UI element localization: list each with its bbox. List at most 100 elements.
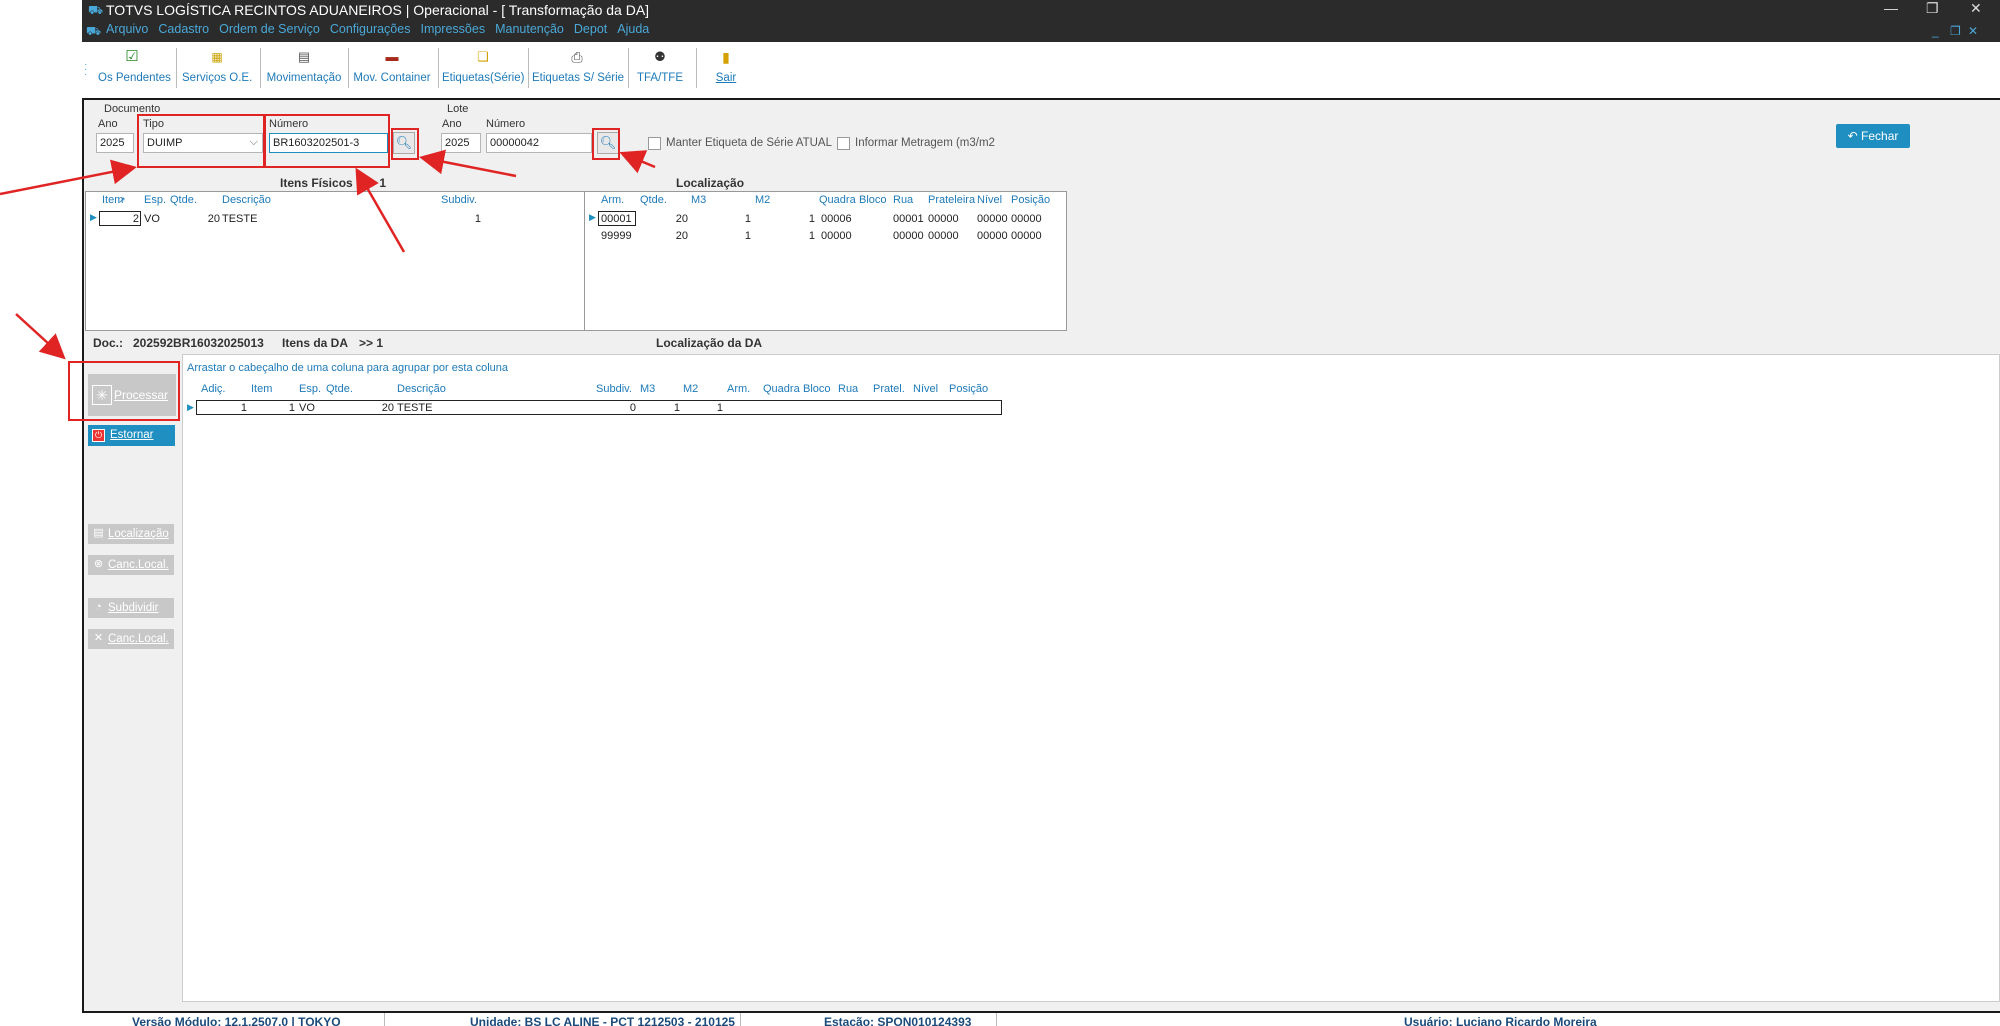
status-separator [740,1013,741,1026]
grid-header[interactable]: M2 [755,194,770,206]
grid-header[interactable]: Qtde. [170,194,197,206]
menu-depot[interactable]: Depot [574,22,607,40]
grid-header[interactable]: M2 [683,383,698,395]
menu-ajuda[interactable]: Ajuda [617,22,649,40]
status-separator [996,1013,997,1026]
grid-header[interactable]: M3 [640,383,655,395]
status-versao: Versão Módulo: 12.1.2507.0 | TOKYO [132,1015,341,1026]
grid-header[interactable]: Bloco [859,194,887,206]
printer-icon: ⎙ [571,49,583,65]
grid-header[interactable]: Rua [893,194,913,206]
itens-da-grid[interactable]: Arrastar o cabeçalho de uma coluna para … [182,354,2000,1002]
os-pendentes-button[interactable]: ☑ Os Pendentes [98,46,171,90]
toolbar-separator [176,48,177,88]
grid-header[interactable]: Posição [949,383,988,395]
canc-local-button[interactable]: ⊗ Canc.Local. [88,555,174,575]
doc-search-button[interactable]: 🔍︎ [393,132,415,154]
menu-arquivo[interactable]: Arquivo [106,22,148,40]
mov-container-button[interactable]: ▬ Mov. Container [352,46,432,90]
close-icon[interactable]: ✕ [1970,0,1982,17]
grid-header[interactable]: Qtde. [326,383,353,395]
manter-etiqueta-checkbox[interactable] [648,137,661,150]
minimize-icon[interactable]: — [1884,0,1898,16]
mdi-minimize-icon[interactable]: _ [1932,24,1939,38]
lote-numero-label: Número [486,118,526,130]
grid-header[interactable]: Item [251,383,272,395]
itens-da-title: Itens da DA [282,336,349,350]
grid-cell: VO [144,213,160,225]
grid-header[interactable]: Rua [838,383,858,395]
doc-numero-input[interactable]: BR1603202501-3 [269,133,388,153]
estornar-button[interactable]: ⏻ Estornar [88,425,175,446]
lote-numero-input[interactable]: 00000042 [486,133,592,153]
tfa-tfe-button[interactable]: ⚉ TFA/TFE [634,46,686,90]
localizacao-title: Localização [676,176,745,190]
container-icon: ▬ [385,49,399,64]
lote-ano-input[interactable]: 2025 [441,133,481,153]
grid-cell: 20 [675,230,688,242]
grid-header[interactable]: Esp. [144,194,166,206]
grid-header[interactable]: Descrição [397,383,446,395]
labels-icon: ❏ [477,49,489,64]
grid-header[interactable]: Descrição [222,194,271,206]
grid-header[interactable]: Quadra [819,194,856,206]
mdi-close-icon[interactable]: ✕ [1968,24,1978,38]
menu-impressoes[interactable]: Impressões [420,22,485,40]
grid-header[interactable]: M3 [691,194,706,206]
chevron-down-icon: ⌵ [249,136,258,148]
grid-cell: 00000 [821,230,852,242]
mdi-restore-icon[interactable]: ❐ [1950,24,1961,38]
grid-header[interactable]: Arm. [601,194,624,206]
itens-fisicos-grid[interactable]: Item ↗ Esp. Qtde. Descrição Subdiv. ▶ 2 … [85,191,585,331]
grid-header[interactable]: Prateleira [928,194,975,206]
grid-header[interactable]: Posição [1011,194,1050,206]
subdividir-button[interactable]: ◔ Subdividir [88,598,174,618]
exit-door-icon: ▮ [722,49,730,65]
restore-icon[interactable]: ❐ [1926,0,1939,17]
menu-cadastro[interactable]: Cadastro [158,22,209,40]
doc-tipo-select[interactable]: DUIMP ⌵ [143,133,263,153]
grid-header[interactable]: Nível [977,194,1002,206]
grid-cell: 1 [744,230,751,242]
servicos-oe-button[interactable]: ▦ Serviços O.E. [182,46,252,90]
doc-ano-input[interactable]: 2025 [96,133,134,153]
localizacao-grid[interactable]: Arm. Qtde. M3 M2 Quadra Bloco Rua Pratel… [584,191,1067,331]
processar-button[interactable]: ✳ Processar [88,374,176,416]
grid-header[interactable]: Nível [913,383,938,395]
itens-da-count: >> 1 [359,336,384,350]
grid-cell: 2 [132,213,139,225]
movement-icon: ▤ [297,49,311,64]
localizacao-button[interactable]: ▤ Localização [88,524,174,544]
grid-cell: 20 [207,213,220,225]
menu-ordem-servico[interactable]: Ordem de Serviço [219,22,320,40]
grid-cell: 1 [673,402,680,414]
canc-local-subdiv-button[interactable]: ✕ Canc.Local. [88,629,174,649]
toolbar-separator [260,48,261,88]
grid-header[interactable]: Arm. [727,383,750,395]
group-panel-hint[interactable]: Arrastar o cabeçalho de uma coluna para … [187,362,508,374]
people-icon: ⚉ [654,49,666,64]
etiquetas-s-serie-button[interactable]: ⎙ Etiquetas S/ Série [532,46,624,90]
lote-search-button[interactable]: 🔍︎ [597,132,619,154]
grid-header[interactable]: Bloco [803,383,831,395]
grid-header[interactable]: Pratel. [873,383,905,395]
grid-header[interactable]: Adiç. [201,383,225,395]
grid-cell: 1 [474,213,481,225]
menu-manutencao[interactable]: Manutenção [495,22,564,40]
sair-button[interactable]: ▮ Sair [704,46,748,90]
grid-header[interactable]: Quadra [763,383,800,395]
toolbar-grip-icon[interactable]: · · · [84,60,87,80]
etiquetas-serie-button[interactable]: ❏ Etiquetas(Série) [442,46,524,90]
grid-header[interactable]: Esp. [299,383,321,395]
grid-header[interactable]: Qtde. [640,194,667,206]
informar-metragem-checkbox[interactable] [837,137,850,150]
cancel-icon: ⊗ [93,558,104,570]
documento-group-label: Documento [104,103,161,115]
itens-fisicos-title: Itens Físicos [280,176,353,190]
grid-cell: 1 [808,230,815,242]
fechar-button[interactable]: ↶ Fechar [1836,124,1910,148]
grid-header[interactable]: Subdiv. [596,383,632,395]
movimentacao-button[interactable]: ▤ Movimentação [266,46,342,90]
grid-header[interactable]: Subdiv. [441,194,477,206]
menu-configuracoes[interactable]: Configurações [330,22,411,40]
